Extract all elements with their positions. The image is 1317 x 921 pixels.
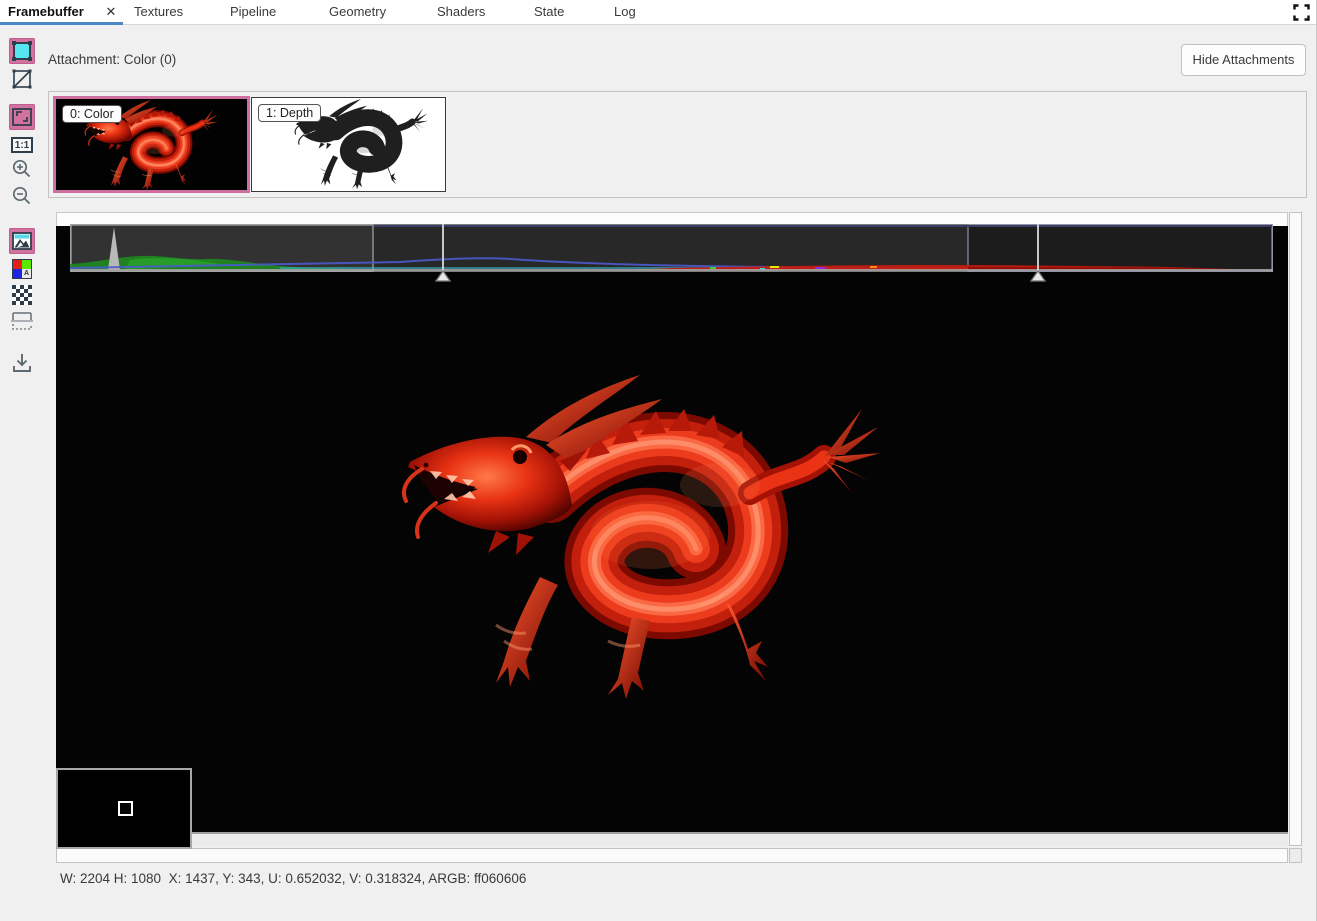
white-point-handle[interactable]	[1030, 270, 1046, 282]
attachments-strip: 0: Color 1: Depth	[48, 91, 1307, 198]
tab-textures[interactable]: Textures	[134, 0, 183, 25]
actual-size-icon[interactable]: 1:1	[9, 132, 35, 158]
zoom-in-icon[interactable]	[9, 156, 35, 182]
viewer-toolbar: 1:1 A	[0, 26, 44, 921]
black-point-handle[interactable]	[435, 270, 451, 282]
hide-attachments-button[interactable]: Hide Attachments	[1181, 44, 1306, 76]
black-point-handle-line[interactable]	[442, 224, 444, 272]
minimap-overview[interactable]	[56, 768, 192, 849]
range-histogram-icon[interactable]	[9, 308, 35, 334]
app-window: Framebuffer ✕ Textures Pipeline Geometry…	[0, 0, 1317, 921]
blue-channel-swatch	[13, 269, 22, 278]
scrollbar-corner	[1289, 848, 1302, 863]
zoom-out-icon[interactable]	[9, 183, 35, 209]
histogram-range-control[interactable]	[70, 224, 1273, 272]
save-image-icon[interactable]	[9, 350, 35, 376]
tab-pipeline[interactable]: Pipeline	[230, 0, 276, 25]
tab-geometry[interactable]: Geometry	[329, 0, 386, 25]
fullscreen-icon[interactable]	[1293, 4, 1310, 21]
no-attachment-icon[interactable]	[9, 66, 35, 92]
active-tab-underline	[0, 22, 123, 25]
attachment-badge: 1: Depth	[258, 104, 321, 122]
tab-state[interactable]: State	[534, 0, 564, 25]
canvas-bottom-strip	[56, 832, 1288, 847]
red-channel-swatch	[13, 260, 22, 269]
attachment-badge: 0: Color	[62, 105, 122, 123]
framebuffer-canvas[interactable]	[56, 226, 1288, 832]
alpha-channel-swatch: A	[22, 269, 31, 278]
framebuffer-viewport-pane	[56, 211, 1302, 864]
tab-log[interactable]: Log	[614, 0, 636, 25]
tab-shaders[interactable]: Shaders	[437, 0, 485, 25]
pixel-status-readout: W: 2204 H: 1080 X: 1437, Y: 343, U: 0.65…	[60, 871, 526, 886]
fit-to-window-icon[interactable]	[9, 104, 35, 130]
tab-bar: Framebuffer ✕ Textures Pipeline Geometry…	[0, 0, 1316, 25]
image-view-icon[interactable]	[9, 228, 35, 254]
attachment-label: Attachment: Color (0)	[48, 52, 176, 67]
actual-size-label: 1:1	[11, 137, 33, 153]
dragon-render	[400, 365, 880, 715]
attachment-thumb-color[interactable]: 0: Color	[53, 96, 250, 193]
white-point-handle-line[interactable]	[1037, 224, 1039, 272]
minimap-view-rect[interactable]	[118, 801, 133, 816]
green-channel-swatch	[22, 260, 31, 269]
checkerboard-icon[interactable]	[9, 282, 35, 308]
vertical-scrollbar[interactable]	[1289, 212, 1302, 846]
color-attachment-icon[interactable]	[9, 38, 35, 64]
horizontal-scrollbar[interactable]	[56, 848, 1288, 863]
rgba-channels-icon[interactable]: A	[9, 256, 35, 282]
attachment-thumb-depth[interactable]: 1: Depth	[251, 97, 446, 192]
